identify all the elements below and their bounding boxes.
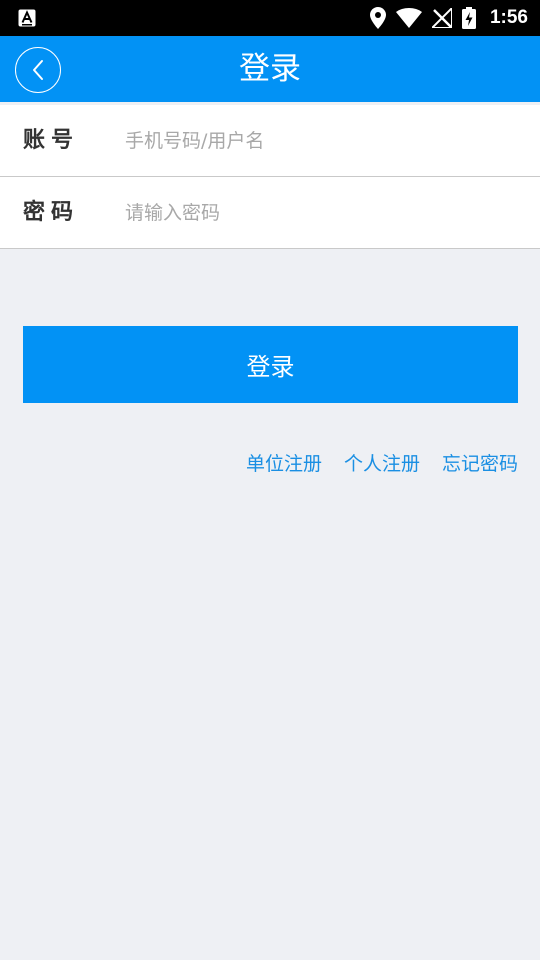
back-button[interactable] — [15, 47, 61, 93]
status-bar: 1:56 — [0, 0, 540, 36]
chevron-left-icon — [33, 60, 43, 80]
personal-register-link[interactable]: 个人注册 — [344, 449, 420, 476]
login-button[interactable]: 登录 — [23, 326, 518, 403]
forgot-password-link[interactable]: 忘记密码 — [442, 449, 518, 476]
org-register-link[interactable]: 单位注册 — [246, 449, 322, 476]
account-input[interactable] — [125, 121, 515, 161]
status-icons: 1:56 — [369, 0, 528, 36]
account-label: 账号 — [23, 128, 80, 153]
password-label: 密码 — [23, 200, 80, 225]
wifi-icon — [395, 8, 422, 28]
page-title: 登录 — [239, 51, 301, 87]
status-time: 1:56 — [489, 7, 528, 28]
battery-charging-icon — [461, 7, 476, 29]
account-row: 账号 — [0, 105, 540, 177]
password-row: 密码 — [0, 177, 540, 249]
password-input[interactable] — [125, 193, 515, 233]
login-form: 账号 密码 — [0, 105, 540, 249]
location-pin-icon — [369, 7, 386, 29]
app-header: 登录 — [0, 36, 540, 102]
a-keyboard-notification-icon — [18, 9, 36, 27]
no-signal-icon — [431, 8, 452, 28]
auth-links: 单位注册 个人注册 忘记密码 — [246, 446, 518, 478]
